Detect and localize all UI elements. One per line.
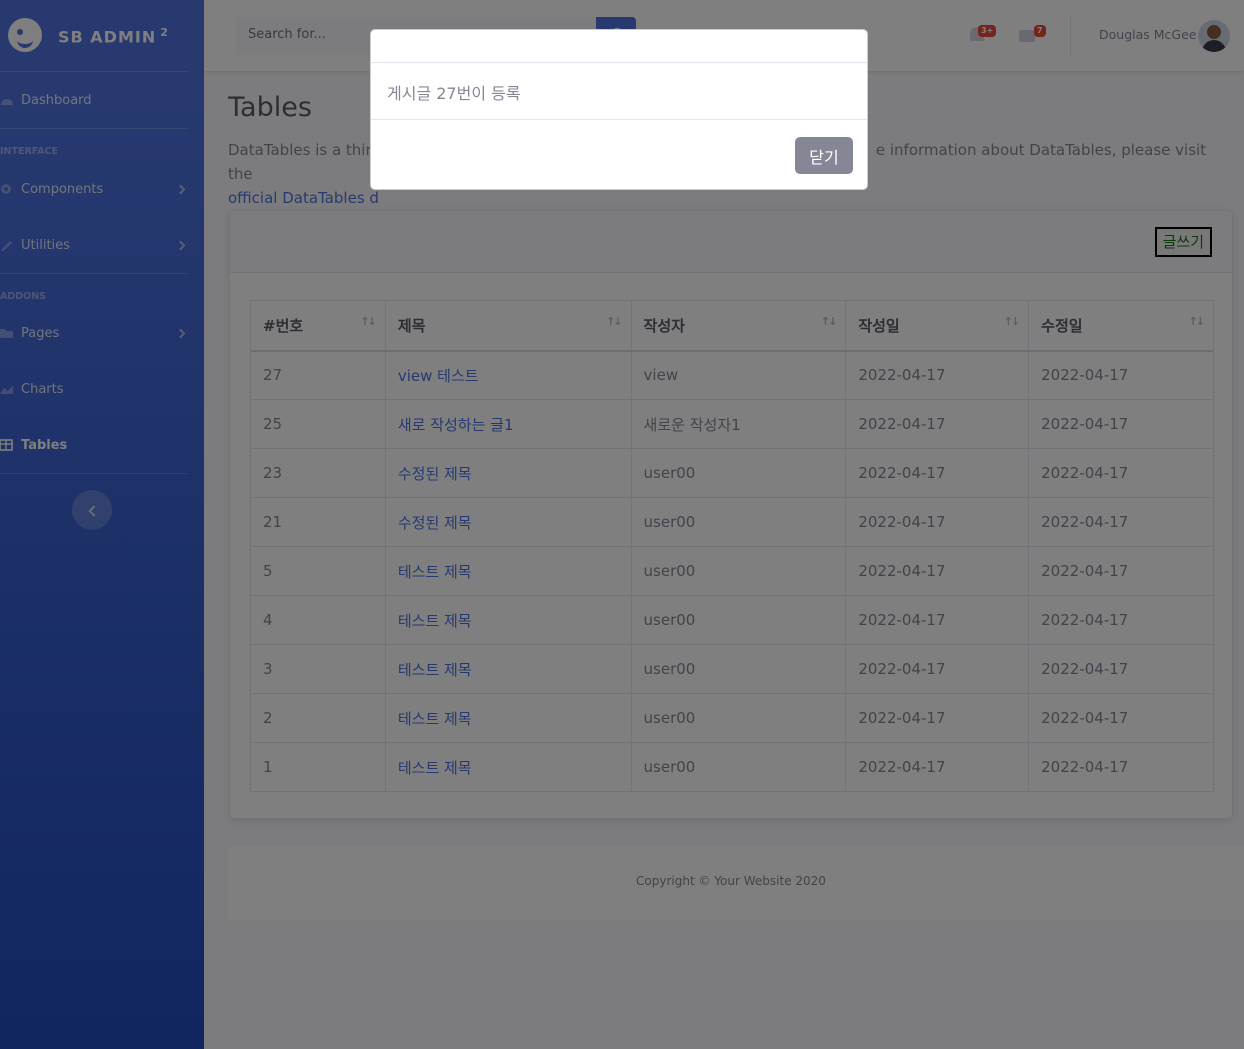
modal-header	[371, 30, 867, 63]
modal-footer-divider	[371, 119, 867, 120]
notification-modal: 게시글 27번이 등록 닫기	[370, 29, 868, 190]
modal-body-text: 게시글 27번이 등록	[387, 84, 521, 103]
close-button[interactable]: 닫기	[795, 137, 853, 174]
